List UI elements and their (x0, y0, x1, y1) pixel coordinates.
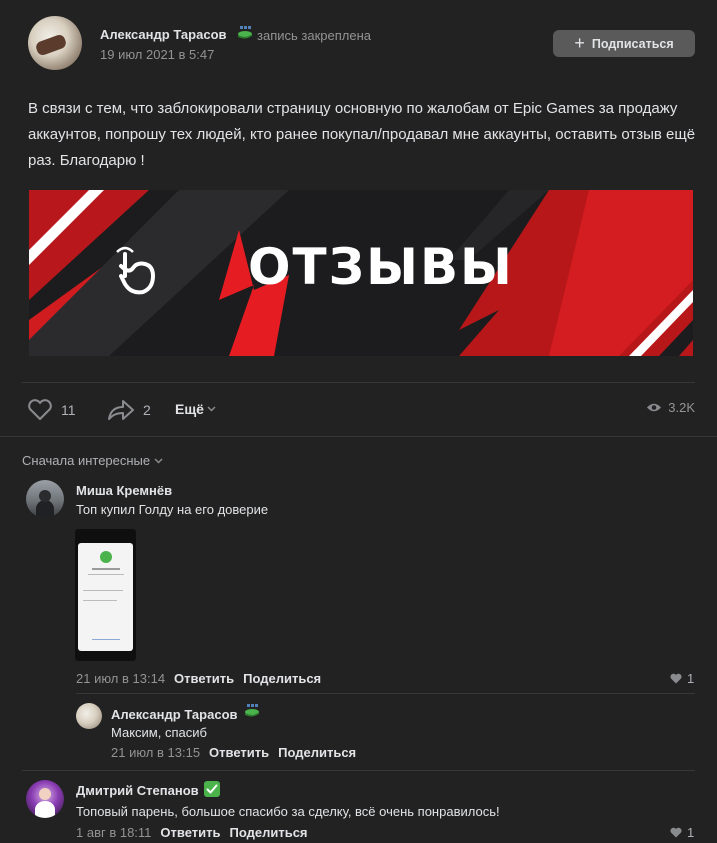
share-comment-button[interactable]: Поделиться (278, 745, 356, 760)
pin-icon (244, 704, 260, 717)
commenter-avatar[interactable] (26, 780, 64, 818)
share-count: 2 (143, 402, 151, 418)
plus-icon: + (574, 32, 585, 53)
divider (22, 770, 695, 771)
comment-text: Топ купил Голду на его доверие (76, 502, 269, 517)
post-header: Александр Тарасов запись закреплена 19 и… (0, 0, 717, 80)
divider (22, 382, 695, 383)
like-icon (670, 673, 682, 684)
comment-author[interactable]: Александр Тарасов (111, 707, 238, 722)
comment-text: Максим, спасиб (111, 725, 207, 740)
comment-date[interactable]: 21 июл в 13:14 (76, 671, 165, 686)
views-count: 3.2K (668, 400, 695, 415)
post-actions: 11 2 Ещё 3.2K (0, 390, 717, 430)
post-text: В связи с тем, что заблокировали страниц… (28, 100, 696, 169)
pinned-label: запись закреплена (257, 28, 371, 43)
more-button[interactable]: Ещё (175, 401, 216, 417)
comments-sort[interactable]: Сначала интересные (22, 453, 163, 468)
more-label: Ещё (175, 401, 204, 417)
like-button[interactable]: 11 (27, 399, 76, 421)
reply-button[interactable]: Ответить (209, 745, 269, 760)
comment-meta: 21 июл в 13:14 Ответить Поделиться (76, 671, 321, 686)
check-icon (100, 551, 112, 563)
commenter-avatar[interactable] (26, 480, 64, 518)
chevron-down-icon (207, 406, 216, 412)
post-image[interactable]: ОТЗЫВЫ (29, 190, 693, 356)
verified-icon (204, 781, 220, 797)
comment-meta: 1 авг в 18:11 Ответить Поделиться (76, 825, 308, 840)
like-icon (670, 827, 682, 838)
banner-title: ОТЗЫВЫ (248, 238, 514, 296)
author-name[interactable]: Александр Тарасов (100, 27, 227, 42)
reply-button[interactable]: Ответить (160, 825, 220, 840)
share-comment-button[interactable]: Поделиться (230, 825, 308, 840)
eye-icon (647, 403, 662, 412)
pointer-hand-icon (116, 246, 156, 295)
comment-image[interactable] (75, 529, 136, 661)
chevron-down-icon (154, 457, 163, 464)
comment-text: Топовый парень, большое спасибо за сделк… (76, 804, 500, 819)
comment-meta: 21 июл в 13:15 Ответить Поделиться (111, 745, 356, 760)
comment-like-button[interactable]: 1 (670, 825, 694, 840)
share-comment-button[interactable]: Поделиться (243, 671, 321, 686)
subscribe-button[interactable]: + Подписаться (553, 30, 695, 57)
comment-author[interactable]: Миша Кремнёв (76, 483, 172, 498)
comment-date[interactable]: 1 авг в 18:11 (76, 825, 151, 840)
comment-like-button[interactable]: 1 (670, 671, 694, 686)
subscribe-label: Подписаться (591, 36, 674, 51)
comment-like-count: 1 (687, 671, 695, 686)
share-button[interactable]: 2 (107, 399, 151, 421)
divider (76, 693, 695, 694)
comment-author[interactable]: Дмитрий Степанов (76, 783, 199, 798)
like-icon (28, 399, 52, 420)
commenter-avatar[interactable] (76, 703, 102, 729)
comment-date[interactable]: 21 июл в 13:15 (111, 745, 200, 760)
post-date[interactable]: 19 июл 2021 в 5:47 (100, 47, 214, 62)
pin-icon (237, 26, 253, 39)
share-icon (108, 400, 134, 420)
screenshot-card (78, 543, 133, 651)
like-count: 11 (61, 402, 76, 418)
views-counter: 3.2K (646, 400, 695, 415)
author-avatar[interactable] (28, 16, 82, 70)
reply-button[interactable]: Ответить (174, 671, 234, 686)
comments-sort-label: Сначала интересные (22, 453, 151, 468)
divider (0, 436, 717, 437)
comment-like-count: 1 (687, 825, 695, 840)
